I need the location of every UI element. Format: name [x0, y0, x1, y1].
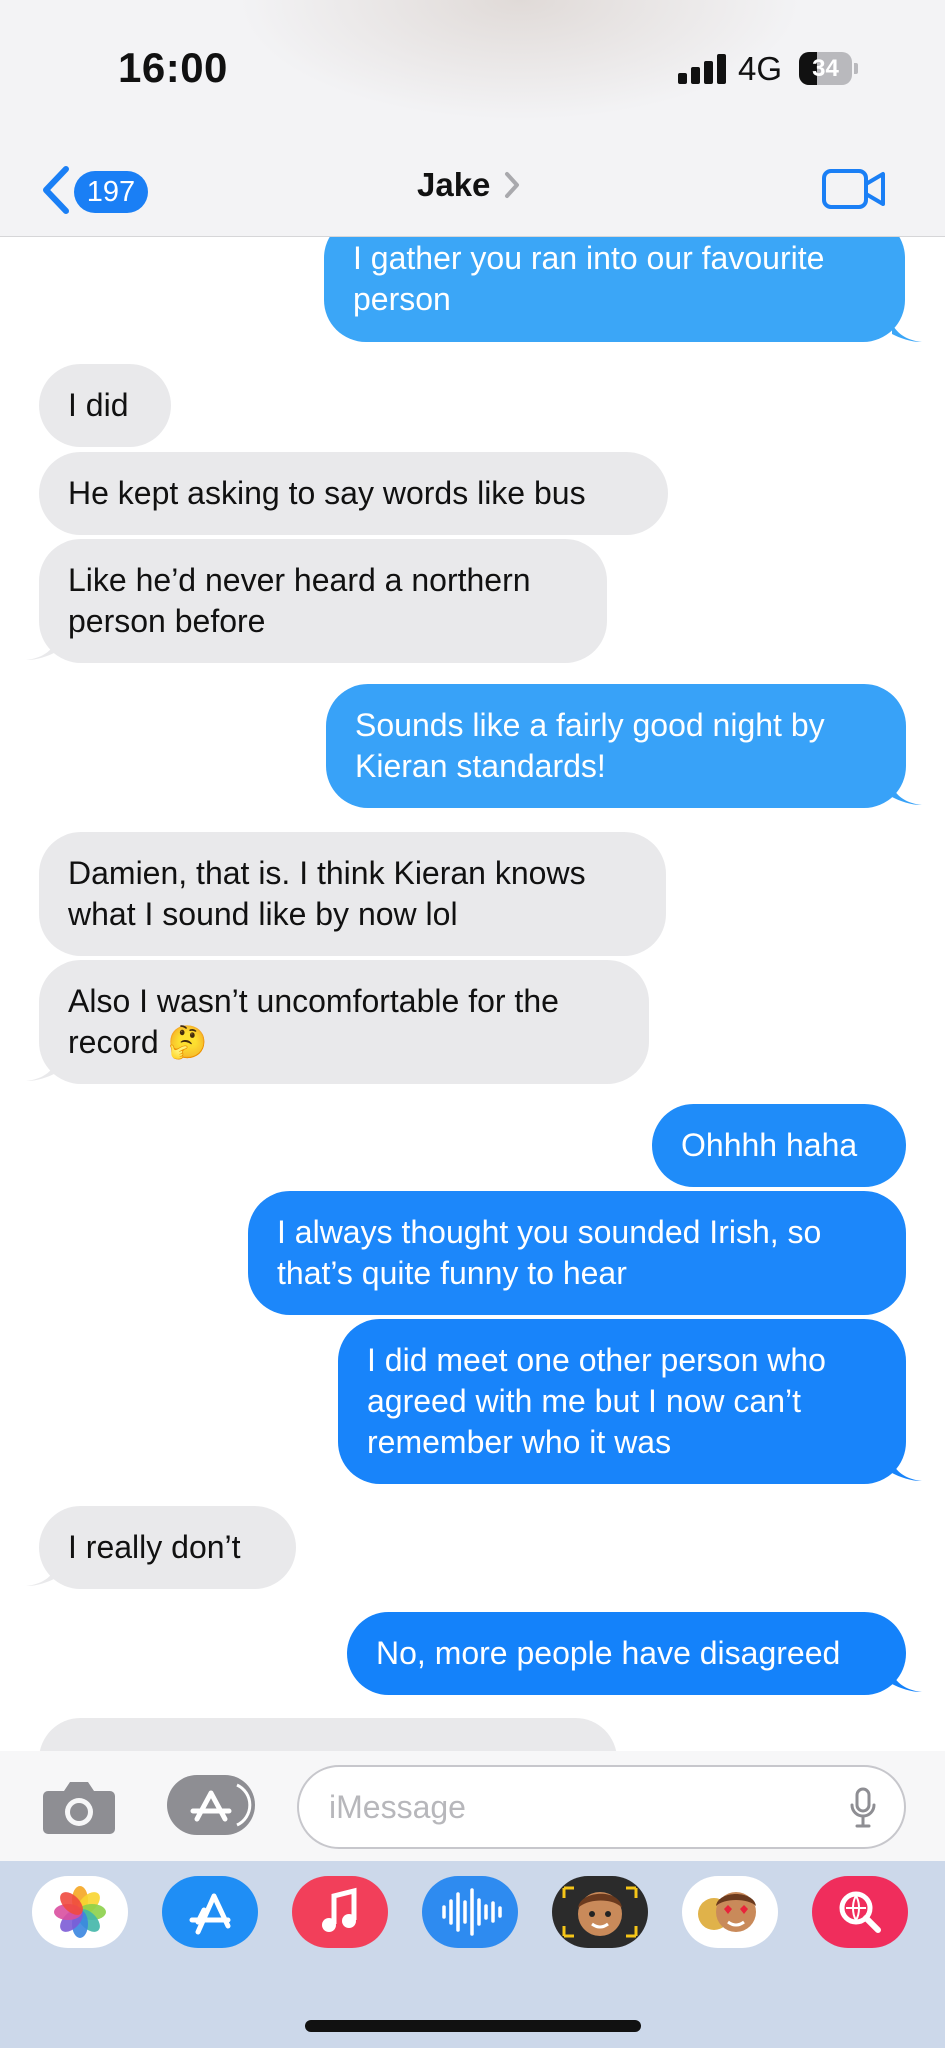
- video-call-icon[interactable]: [822, 166, 886, 212]
- incoming-message[interactable]: Also I wasn’t uncomfortable for the reco…: [39, 960, 649, 1084]
- unread-count-badge: 197: [74, 171, 148, 213]
- home-indicator[interactable]: [305, 2020, 641, 2032]
- back-button[interactable]: 197: [38, 163, 150, 217]
- battery-percentage: 34: [812, 55, 839, 82]
- signal-strength-icon: [678, 54, 726, 84]
- image-search-icon[interactable]: [812, 1876, 908, 1948]
- bubble-tail: [892, 787, 922, 805]
- bubble-tail: [892, 1674, 922, 1692]
- battery-icon: 34: [799, 52, 858, 85]
- incoming-message[interactable]: He kept asking to say words like bus: [39, 452, 668, 535]
- message-text: No, more people have disagreed: [376, 1635, 841, 1671]
- contact-name: Jake: [417, 166, 491, 203]
- message-text: I gather you ran into our favourite pers…: [353, 240, 825, 317]
- microphone-icon[interactable]: [850, 1787, 876, 1829]
- music-icon[interactable]: [292, 1876, 388, 1948]
- message-text: I always thought you sounded Irish, so t…: [277, 1214, 822, 1291]
- status-and-nav-bar: 16:00 4G 34 197 Jake: [0, 0, 945, 237]
- contact-title-button[interactable]: Jake: [417, 160, 522, 210]
- outgoing-message[interactable]: I always thought you sounded Irish, so t…: [248, 1191, 906, 1315]
- clock: 16:00: [118, 44, 228, 91]
- outgoing-message[interactable]: I gather you ran into our favourite pers…: [324, 236, 905, 342]
- imessage-input[interactable]: iMessage: [297, 1765, 906, 1849]
- message-placeholder: iMessage: [329, 1789, 466, 1825]
- message-list[interactable]: I gather you ran into our favourite pers…: [0, 236, 945, 1751]
- message-text: I really don’t: [68, 1529, 241, 1565]
- message-text: Sounds like a fairly good night by Kiera…: [355, 707, 825, 784]
- apps-button[interactable]: [167, 1775, 255, 1835]
- chevron-left-icon: [43, 166, 69, 214]
- composer-bar: iMessage: [0, 1751, 945, 1861]
- stickers-icon[interactable]: [682, 1876, 778, 1948]
- incoming-message[interactable]: Damien, that is. I think Kieran knows wh…: [39, 832, 666, 956]
- message-text: I did: [68, 387, 129, 423]
- outgoing-message[interactable]: Ohhhh haha: [652, 1104, 906, 1187]
- incoming-message-partial[interactable]: [39, 1718, 617, 1751]
- bubble-tail: [26, 1063, 56, 1081]
- message-text: Ohhhh haha: [681, 1127, 858, 1163]
- message-text: He kept asking to say words like bus: [68, 475, 586, 511]
- outgoing-message[interactable]: I did meet one other person who agreed w…: [338, 1319, 906, 1484]
- audio-message-icon[interactable]: [422, 1876, 518, 1948]
- incoming-message[interactable]: Like he’d never heard a northern person …: [39, 539, 607, 663]
- message-text: Damien, that is. I think Kieran knows wh…: [68, 855, 586, 932]
- bubble-tail: [892, 1463, 922, 1481]
- app-store-icon[interactable]: [162, 1876, 258, 1948]
- app-drawer: [0, 1861, 945, 2048]
- bubble-tail: [26, 642, 56, 660]
- chevron-right-icon: [505, 172, 520, 198]
- outgoing-message[interactable]: No, more people have disagreed: [347, 1612, 906, 1695]
- memoji-icon[interactable]: [552, 1876, 648, 1948]
- network-type: 4G: [738, 50, 783, 87]
- incoming-message[interactable]: I really don’t: [39, 1506, 296, 1589]
- message-text: Also I wasn’t uncomfortable for the reco…: [68, 983, 559, 1060]
- photos-icon[interactable]: [32, 1876, 128, 1948]
- message-text: Like he’d never heard a northern person …: [68, 562, 531, 639]
- outgoing-message[interactable]: Sounds like a fairly good night by Kiera…: [326, 684, 906, 808]
- bubble-tail: [26, 1568, 56, 1586]
- app-store-icon: [190, 1783, 252, 1827]
- incoming-message[interactable]: I did: [39, 364, 171, 447]
- camera-icon[interactable]: [42, 1777, 116, 1835]
- message-text: I did meet one other person who agreed w…: [367, 1342, 826, 1460]
- bubble-tail: [892, 324, 922, 342]
